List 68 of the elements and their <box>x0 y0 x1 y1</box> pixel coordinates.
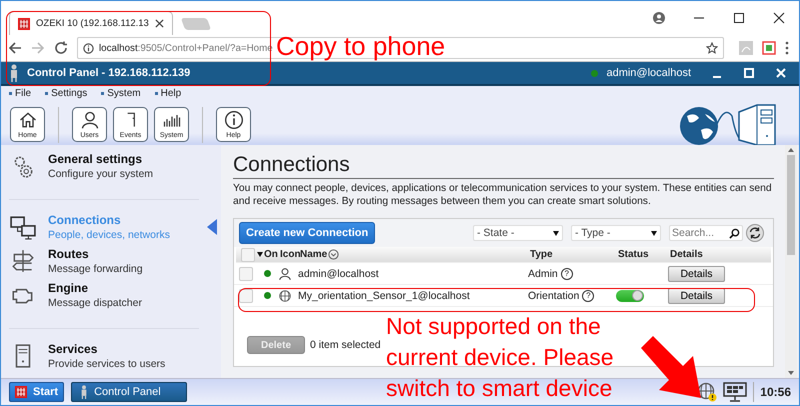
globe-warning-icon[interactable] <box>697 382 718 402</box>
refresh-icon[interactable] <box>746 224 764 242</box>
help-icon[interactable]: ? <box>582 290 594 302</box>
close-icon[interactable] <box>773 12 785 24</box>
clock-time: 10:56 <box>760 385 791 399</box>
app-logo-icon <box>18 18 30 30</box>
menu-item[interactable]: System <box>101 88 141 100</box>
annotation-text: Not supported on the current device. Please switch to smart device <box>386 312 614 403</box>
search-field[interactable]: Search... <box>669 225 743 241</box>
menu-item[interactable]: File <box>9 88 32 100</box>
filter-dropdown[interactable]: - Type - <box>571 225 661 241</box>
details-button[interactable]: Details <box>668 288 725 304</box>
table-cell: admin@localhost <box>298 268 379 280</box>
star-icon[interactable] <box>706 42 718 54</box>
maximize-icon[interactable] <box>733 12 745 24</box>
menu-item[interactable]: Help <box>154 88 182 100</box>
column-header[interactable]: Name <box>300 249 328 260</box>
sidebar-item[interactable]: Routes Message forwarding <box>1 246 221 276</box>
robot-icon <box>9 64 19 82</box>
column-header: Type <box>530 249 553 260</box>
browser-tab[interactable]: OZEKI 10 (192.168.112.13 <box>9 11 173 35</box>
robot-icon <box>80 385 88 399</box>
back-icon[interactable] <box>8 41 22 55</box>
details-button[interactable]: Details <box>668 266 725 282</box>
caret-icon[interactable] <box>257 252 263 257</box>
reload-icon[interactable] <box>54 41 68 55</box>
table-cell: My_orientation_Sensor_1@localhost <box>298 290 470 302</box>
home-icon <box>18 110 38 130</box>
column-header: Status <box>618 249 649 260</box>
scrollbar[interactable] <box>785 145 797 378</box>
user-name: admin@localhost <box>606 67 691 79</box>
column-header: Details <box>670 249 703 260</box>
sidebar-item[interactable]: Engine Message dispatcher <box>1 280 221 310</box>
user-icon <box>278 266 292 280</box>
globe-icon <box>278 288 292 302</box>
app-logo-icon <box>15 386 27 398</box>
sort-icon[interactable] <box>328 249 340 260</box>
monitors-icon <box>10 214 36 240</box>
more-icon[interactable] <box>785 41 789 55</box>
start-button[interactable]: Start <box>9 382 64 402</box>
create-connection-button[interactable]: Create new Connection <box>239 222 376 244</box>
description-text: You may connect people, devices, applications or telecommunication services to your system. These entities can send and receive messages. By routing messages between them you can create smart solutions. <box>233 182 773 208</box>
tab-title: OZEKI 10 (192.168.112.13 <box>36 18 149 29</box>
select-all-checkbox[interactable] <box>241 248 255 262</box>
info-icon <box>83 42 94 54</box>
info-icon <box>224 110 244 130</box>
monitor-icon[interactable] <box>723 382 748 402</box>
window-title: Control Panel - 192.168.112.139 <box>27 67 190 79</box>
signpost-icon <box>10 248 36 274</box>
table-cell: Orientation <box>528 290 580 302</box>
sidebar-item[interactable]: Services Provide services to users <box>1 341 221 371</box>
menu-item[interactable]: Settings <box>45 88 88 100</box>
column-header: On <box>264 249 278 260</box>
user-icon <box>80 110 100 130</box>
row-checkbox[interactable] <box>239 266 253 280</box>
column-header: Icon <box>280 249 301 260</box>
toggle-switch[interactable] <box>616 290 644 302</box>
filter-dropdown[interactable]: - State - <box>473 225 563 241</box>
sidebar-item[interactable]: General settings Configure your system <box>1 151 221 181</box>
row-checkbox[interactable] <box>239 288 253 302</box>
table-cell: Admin <box>528 268 558 280</box>
page-heading: Connections <box>233 153 774 179</box>
pointer-icon <box>207 219 217 235</box>
profile-icon[interactable] <box>653 12 665 24</box>
close-icon[interactable] <box>154 19 164 28</box>
help-icon[interactable]: ? <box>560 268 573 280</box>
taskbar-app-button[interactable]: Control Panel <box>71 382 188 402</box>
selection-count: 0 item selected <box>310 339 381 351</box>
